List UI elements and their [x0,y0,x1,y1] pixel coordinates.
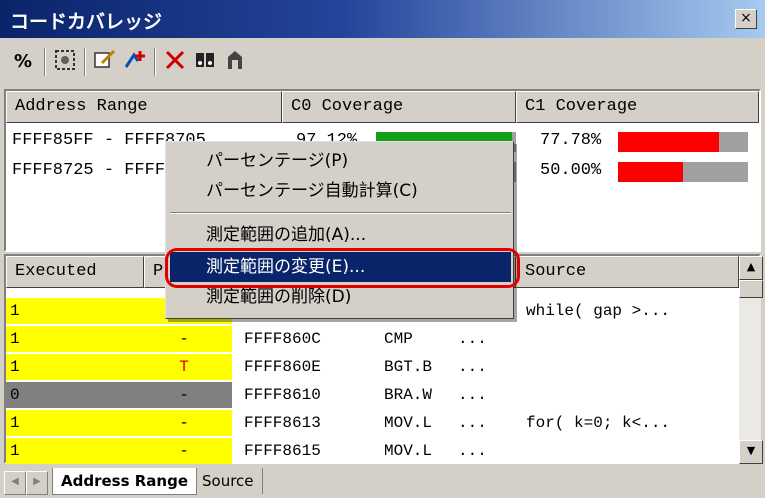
operand-cell[interactable]: ... [458,410,487,436]
tab-address-range[interactable]: Address Range [52,468,197,495]
operand-cell[interactable]: ... [458,354,487,380]
add-range-icon[interactable] [120,47,150,77]
address-cell[interactable]: FFFF860C [244,326,321,352]
coverage-range-icon[interactable] [50,47,80,77]
delete-range-icon[interactable] [160,47,190,77]
source-cell[interactable]: while( gap >... [526,298,670,324]
address-cell[interactable]: FFFF8610 [244,382,321,408]
column-header-address-range[interactable]: Address Range [6,91,282,123]
source-cell[interactable]: for( k=0; k<... [526,410,670,436]
address-cell[interactable]: FFFF8615 [244,438,321,464]
column-header-executed[interactable]: Executed [6,256,144,288]
toolbar-separator [84,48,86,76]
context-menu: パーセンテージ(P) パーセンテージ自動計算(C) 測定範囲の追加(A)... … [165,141,514,319]
mnemonic-cell[interactable]: BRA.W [384,382,432,408]
edit-range-icon[interactable] [90,47,120,77]
column-header-c1-coverage[interactable]: C1 Coverage [516,91,759,123]
operand-cell[interactable]: ... [458,438,487,464]
toolbar-separator [154,48,156,76]
c1-coverage-fill [618,162,683,182]
operand-cell[interactable]: ... [458,326,487,352]
mnemonic-cell[interactable]: BGT.B [384,354,432,380]
close-button[interactable]: × [735,9,757,29]
tab-strip: ◀ ▶ Address Range Source [0,466,765,498]
menu-separator [170,212,511,214]
highlight-annotation-ring [165,248,520,288]
title-bar[interactable]: コードカバレッジ × [0,0,765,38]
c1-value: 77.78% [540,131,602,150]
tab-scroll-left-button[interactable]: ◀ [4,471,26,495]
scroll-up-button[interactable]: ▲ [739,256,763,280]
c1-coverage-fill [618,132,720,152]
mnemonic-cell[interactable]: CMP [384,326,413,352]
menu-item-percentage[interactable]: パーセンテージ(P) [170,146,511,176]
percent-button[interactable]: % [8,47,38,77]
p-cell[interactable]: - [154,438,214,464]
c1-value: 50.00% [540,161,602,180]
operand-cell[interactable]: ... [458,382,487,408]
c1-coverage-bar [618,162,748,182]
p-cell[interactable]: T [154,354,214,380]
address-cell[interactable]: FFFF8613 [244,410,321,436]
scroll-down-button[interactable]: ▼ [739,440,763,464]
mnemonic-cell[interactable]: MOV.L [384,410,432,436]
scroll-thumb[interactable] [739,280,763,298]
vertical-scrollbar[interactable]: ▲ ▼ [739,256,763,464]
toolbar: % [4,38,761,88]
tab-scroll-right-button[interactable]: ▶ [26,471,48,495]
menu-item-add-range[interactable]: 測定範囲の追加(A)... [170,220,511,250]
mnemonic-cell[interactable]: MOV.L [384,438,432,464]
column-header-source[interactable]: Source [516,256,739,288]
address-cell[interactable]: FFFF860E [244,354,321,380]
menu-item-auto-percentage[interactable]: パーセンテージ自動計算(C) [170,176,511,206]
toolbar-separator [44,48,46,76]
code-coverage-window: コードカバレッジ × % Address Range C0 Coverage C… [0,0,765,498]
tab-source[interactable]: Source [194,468,263,494]
column-header-c0-coverage[interactable]: C0 Coverage [282,91,516,123]
p-cell[interactable]: - [154,410,214,436]
p-cell[interactable]: - [154,326,214,352]
p-cell[interactable]: - [154,382,214,408]
c1-coverage-bar [618,132,748,152]
find-icon[interactable] [190,47,220,77]
settings-icon[interactable] [220,47,250,77]
window-title: コードカバレッジ [10,11,163,33]
